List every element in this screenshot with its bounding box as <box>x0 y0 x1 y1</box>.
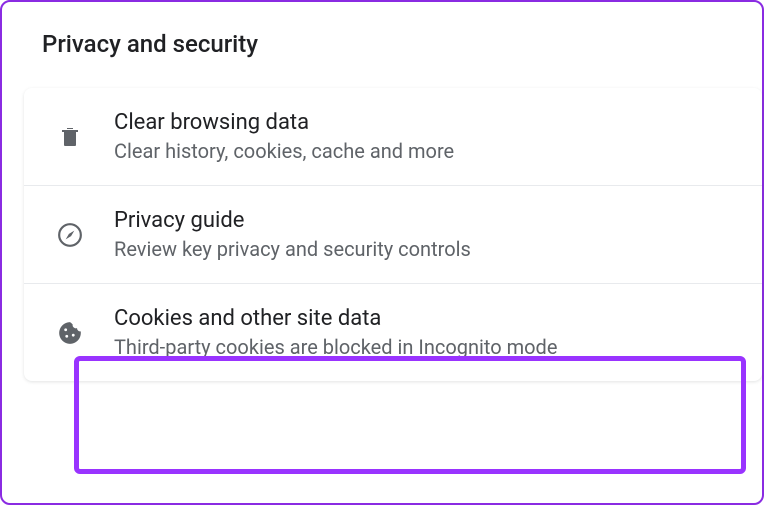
row-clear-browsing-data[interactable]: Clear browsing data Clear history, cooki… <box>24 88 762 186</box>
row-subtitle: Review key privacy and security controls <box>114 237 734 261</box>
page-title: Privacy and security <box>2 2 762 58</box>
trash-icon <box>52 125 88 149</box>
row-title: Clear browsing data <box>114 110 734 135</box>
row-cookies[interactable]: Cookies and other site data Third-party … <box>24 284 762 381</box>
row-title: Privacy guide <box>114 208 734 233</box>
row-subtitle: Clear history, cookies, cache and more <box>114 139 734 163</box>
row-text: Clear browsing data Clear history, cooki… <box>114 110 734 163</box>
row-privacy-guide[interactable]: Privacy guide Review key privacy and sec… <box>24 186 762 284</box>
settings-card: Clear browsing data Clear history, cooki… <box>24 88 762 381</box>
row-text: Cookies and other site data Third-party … <box>114 306 734 359</box>
row-title: Cookies and other site data <box>114 306 734 331</box>
compass-icon <box>52 222 88 248</box>
row-subtitle: Third-party cookies are blocked in Incog… <box>114 335 734 359</box>
row-text: Privacy guide Review key privacy and sec… <box>114 208 734 261</box>
cookie-icon <box>52 320 88 346</box>
